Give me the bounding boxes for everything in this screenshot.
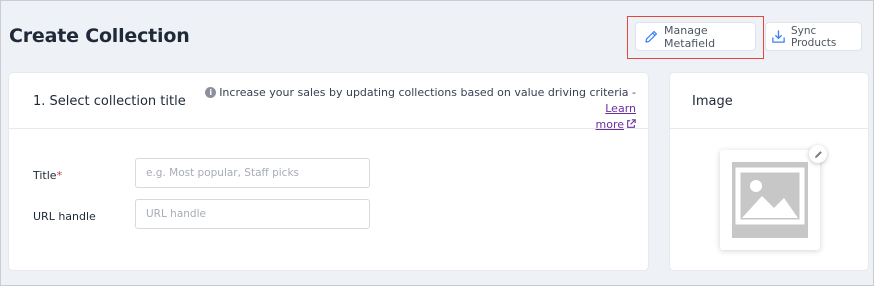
title-label-text: Title (33, 169, 57, 182)
page-title: Create Collection (9, 25, 190, 47)
page-frame: Create Collection Manage Metafield Sync … (0, 0, 874, 286)
image-card: Image (669, 72, 869, 271)
required-mark: * (56, 169, 63, 182)
pencil-icon (645, 30, 658, 43)
edit-image-button[interactable] (809, 145, 827, 163)
image-card-title: Image (692, 94, 733, 109)
sync-products-button[interactable]: Sync Products (765, 22, 862, 51)
section-title: 1. Select collection title (33, 94, 186, 109)
pencil-icon (814, 150, 822, 158)
image-placeholder (732, 162, 808, 238)
hint-message: Increase your sales by updating collecti… (219, 86, 636, 99)
info-icon: i (205, 87, 217, 98)
title-input[interactable] (135, 158, 370, 188)
image-upload-area[interactable] (720, 150, 820, 250)
collection-title-card: 1. Select collection title i Increase you… (8, 72, 649, 271)
hint-text: i Increase your sales by updating collect… (186, 85, 636, 133)
manage-metafield-button[interactable]: Manage Metafield (635, 22, 756, 51)
learn-more-link-part2: more (595, 118, 625, 131)
download-icon (772, 30, 785, 43)
url-handle-label: URL handle (33, 210, 96, 223)
section-divider (9, 128, 648, 129)
sync-products-label: Sync Products (791, 24, 837, 49)
manage-metafield-label: Manage Metafield (664, 23, 716, 50)
title-field-label: Title* (33, 169, 62, 182)
learn-more-link-part1: Learn (605, 102, 636, 115)
url-handle-input[interactable] (135, 199, 370, 229)
image-placeholder-icon (735, 167, 805, 225)
image-card-divider (670, 128, 868, 129)
